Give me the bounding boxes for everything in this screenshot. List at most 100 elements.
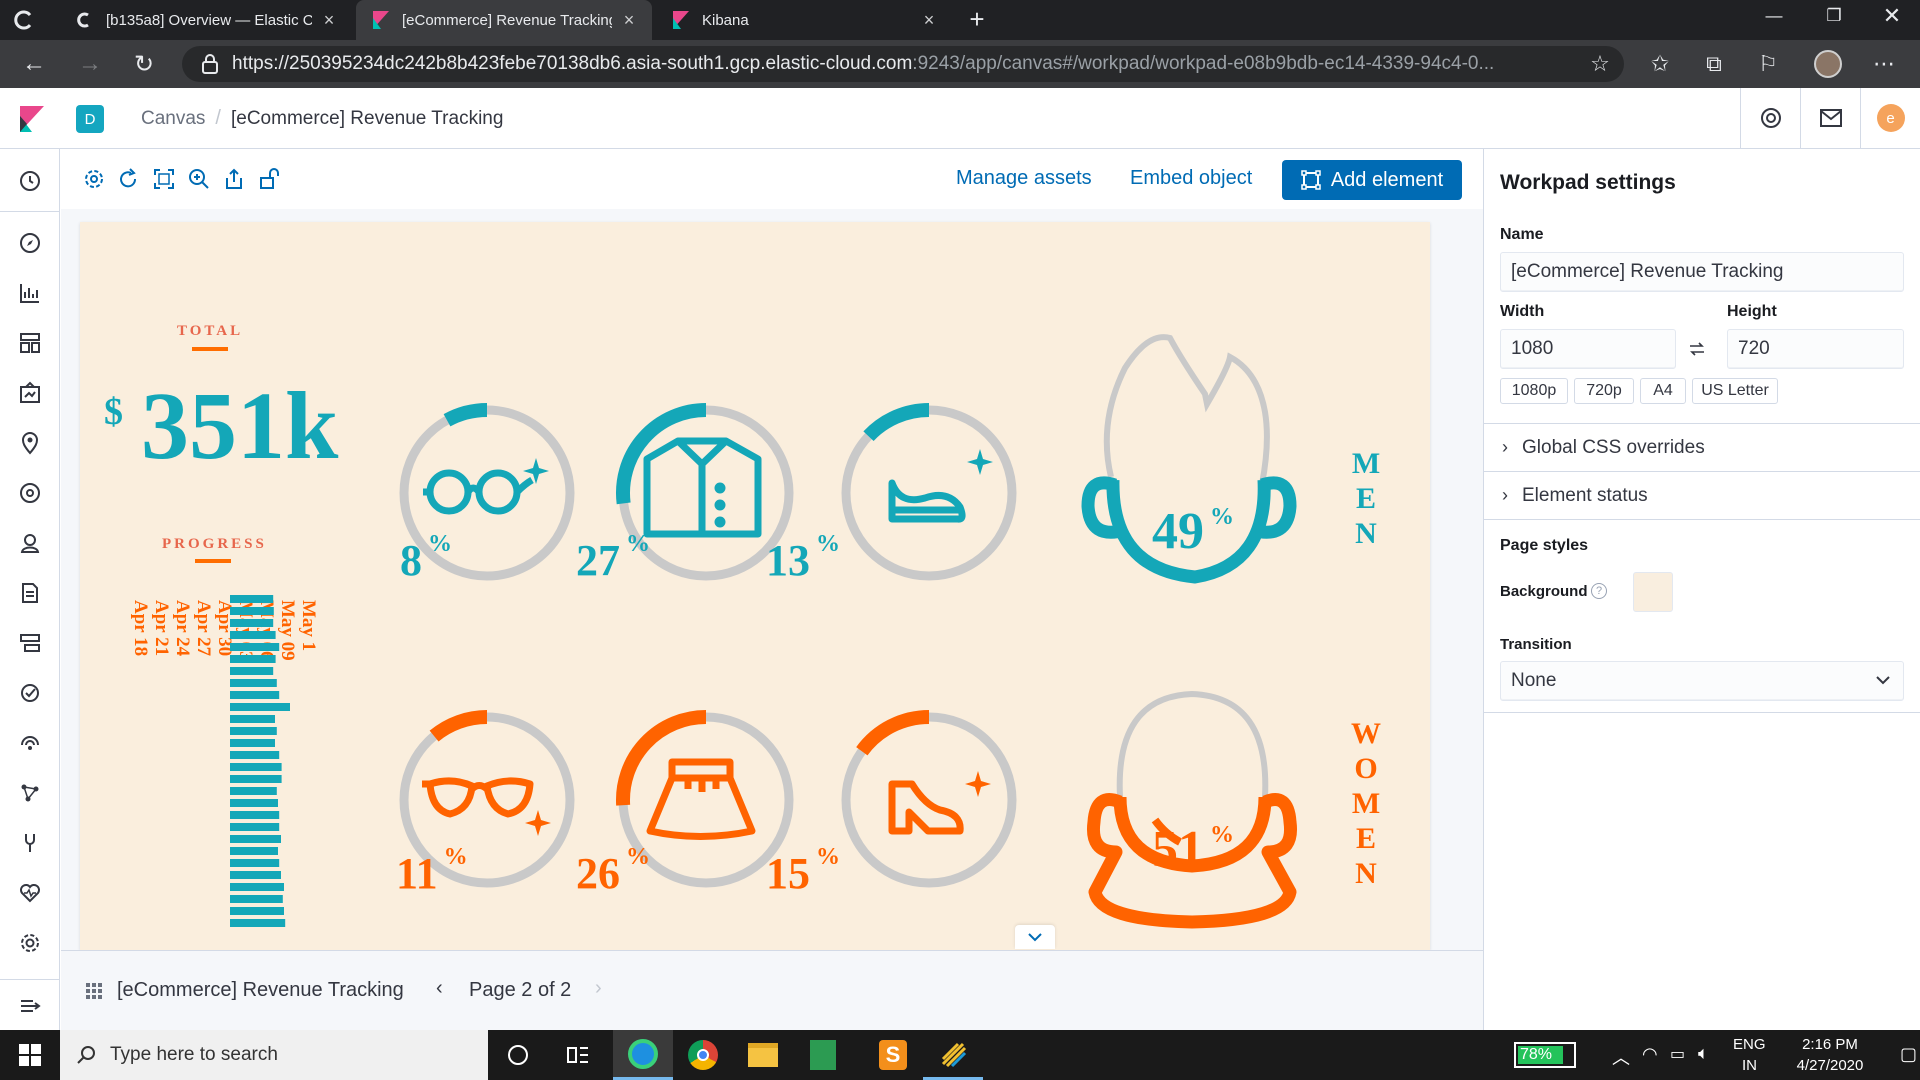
share-icon[interactable] <box>222 167 246 191</box>
heel-shoe-icon <box>888 771 991 835</box>
kibana-logo-icon[interactable] <box>16 104 46 134</box>
show-hidden-icons-icon[interactable]: ︿ <box>1612 1044 1630 1070</box>
recently-viewed-clock-icon[interactable] <box>18 169 42 193</box>
file-explorer-icon[interactable] <box>733 1030 793 1080</box>
refresh-icon[interactable] <box>116 167 140 191</box>
help-lifebuoy-icon <box>1760 108 1781 128</box>
collapse-nav-icon[interactable] <box>18 994 42 1018</box>
preset-720p-button[interactable]: 720p <box>1574 378 1634 404</box>
taskbar-search-input[interactable]: Type here to search <box>60 1030 488 1080</box>
chrome-taskbar-icon[interactable] <box>673 1030 733 1080</box>
embed-object-link[interactable]: Embed object <box>1130 167 1252 190</box>
settings-gear-icon[interactable] <box>82 167 106 191</box>
global-css-accordion[interactable]: › Global CSS overrides <box>1484 423 1920 471</box>
manage-assets-link[interactable]: Manage assets <box>956 167 1092 190</box>
minimize-icon[interactable]: — <box>1746 0 1802 32</box>
back-icon[interactable]: ← <box>12 40 56 88</box>
new-tab-button[interactable]: + <box>962 4 992 35</box>
zoom-icon[interactable] <box>187 167 211 191</box>
space-avatar[interactable]: D <box>76 105 104 133</box>
men-label: MEN <box>1351 447 1381 550</box>
close-tab-icon[interactable]: × <box>620 10 638 31</box>
cortana-icon[interactable] <box>488 1030 548 1080</box>
previous-page-icon[interactable]: ‹ <box>436 977 443 1000</box>
dashboard-icon[interactable] <box>18 331 42 355</box>
siem-icon[interactable] <box>18 531 42 555</box>
user-menu-button[interactable]: e <box>1860 88 1920 148</box>
battery-tray-icon[interactable]: ▭ <box>1670 1044 1685 1064</box>
browser-tab-revenue[interactable]: [eCommerce] Revenue Tracking × <box>356 0 652 40</box>
transition-select[interactable]: None <box>1500 661 1904 701</box>
collections-icon[interactable]: ⧉ <box>1692 40 1736 88</box>
swap-dimensions-icon[interactable] <box>1687 339 1707 359</box>
name-field[interactable]: [eCommerce] Revenue Tracking <box>1500 252 1904 292</box>
help-question-icon[interactable]: ? <box>1591 583 1607 599</box>
dev-tools-icon[interactable] <box>18 831 42 855</box>
height-label: Height <box>1727 303 1777 320</box>
newsfeed-button[interactable] <box>1800 88 1860 148</box>
close-tab-icon[interactable]: × <box>320 10 338 31</box>
workpad-page[interactable]: TOTAL $ 351k PROGRESS Apr 18 Apr 21 Apr 24… <box>80 222 1430 950</box>
monitoring-heart-icon[interactable] <box>18 881 42 905</box>
tab-title: [eCommerce] Revenue Tracking <box>402 11 612 29</box>
apm-icon[interactable] <box>18 681 42 705</box>
machine-learning-icon[interactable] <box>18 481 42 505</box>
preset-a4-button[interactable]: A4 <box>1640 378 1686 404</box>
preset-us-letter-button[interactable]: US Letter <box>1692 378 1778 404</box>
visualize-chart-icon[interactable] <box>18 281 42 305</box>
close-window-icon[interactable]: ✕ <box>1864 0 1920 32</box>
clock[interactable]: 2:16 PM 4/27/2020 <box>1780 1036 1880 1074</box>
browser-tab-overview[interactable]: [b135a8] Overview — Elastic Clo × <box>60 0 352 40</box>
app-taskbar-icon[interactable] <box>923 1030 983 1080</box>
wifi-icon[interactable]: ◠ <box>1642 1044 1658 1065</box>
logs-icon[interactable] <box>18 581 42 605</box>
women-glasses-percent: 11% <box>396 844 468 898</box>
refresh-icon[interactable]: ↻ <box>122 40 166 88</box>
favorites-icon[interactable]: ✩ <box>1638 40 1682 88</box>
breadcrumb-canvas-link[interactable]: Canvas <box>141 108 205 130</box>
women-head-icon <box>1086 690 1298 929</box>
discover-compass-icon[interactable] <box>18 231 42 255</box>
feedback-icon[interactable]: ⚐ <box>1746 40 1790 88</box>
forward-icon[interactable]: → <box>68 40 112 88</box>
notifications-icon[interactable]: ▢ <box>1900 1044 1917 1065</box>
canvas-icon[interactable] <box>18 381 42 405</box>
shirt-icon <box>643 437 762 538</box>
windows-start-icon[interactable] <box>0 1030 60 1080</box>
maps-icon[interactable] <box>18 431 42 455</box>
width-field[interactable]: 1080 <box>1500 329 1676 369</box>
name-label: Name <box>1500 226 1544 243</box>
task-view-icon[interactable] <box>548 1030 608 1080</box>
language-indicator[interactable]: ENG IN <box>1733 1036 1766 1074</box>
edge-taskbar-icon[interactable] <box>613 1030 673 1080</box>
expand-page-tray-button[interactable] <box>1015 925 1055 949</box>
graph-icon[interactable] <box>18 781 42 805</box>
restore-icon[interactable]: ❐ <box>1806 0 1862 32</box>
unlock-icon[interactable] <box>257 167 281 191</box>
sublime-text-icon[interactable]: S <box>863 1030 923 1080</box>
fullscreen-icon[interactable] <box>152 167 176 191</box>
metrics-icon[interactable] <box>18 631 42 655</box>
more-menu-icon[interactable]: ⋯ <box>1862 40 1906 88</box>
element-status-accordion[interactable]: › Element status <box>1484 471 1920 519</box>
browser-tab-kibana[interactable]: Kibana × <box>656 0 952 40</box>
help-button[interactable] <box>1740 88 1800 148</box>
footer-workpad-name[interactable]: [eCommerce] Revenue Tracking <box>117 979 404 1002</box>
uptime-icon[interactable] <box>18 731 42 755</box>
background-color-swatch[interactable] <box>1633 572 1673 612</box>
url-field[interactable]: https://250395234dc242b8b423febe70138db6… <box>182 46 1624 82</box>
profile-avatar[interactable] <box>1806 40 1850 88</box>
kibana-favicon-icon <box>370 10 390 30</box>
volume-icon[interactable]: 🔈︎ <box>1698 1043 1709 1064</box>
close-tab-icon[interactable]: × <box>920 10 938 31</box>
next-page-icon[interactable]: › <box>595 977 602 1000</box>
management-gear-icon[interactable] <box>18 931 42 955</box>
grid-apps-icon[interactable] <box>86 983 102 999</box>
preset-1080p-button[interactable]: 1080p <box>1500 378 1568 404</box>
battery-indicator[interactable]: 78% <box>1514 1042 1576 1068</box>
favorite-star-icon[interactable]: ☆ <box>1578 40 1622 88</box>
spreadsheet-app-icon[interactable] <box>793 1030 853 1080</box>
add-element-button[interactable]: Add element <box>1282 160 1462 200</box>
width-label: Width <box>1500 303 1545 320</box>
height-field[interactable]: 720 <box>1727 329 1904 369</box>
